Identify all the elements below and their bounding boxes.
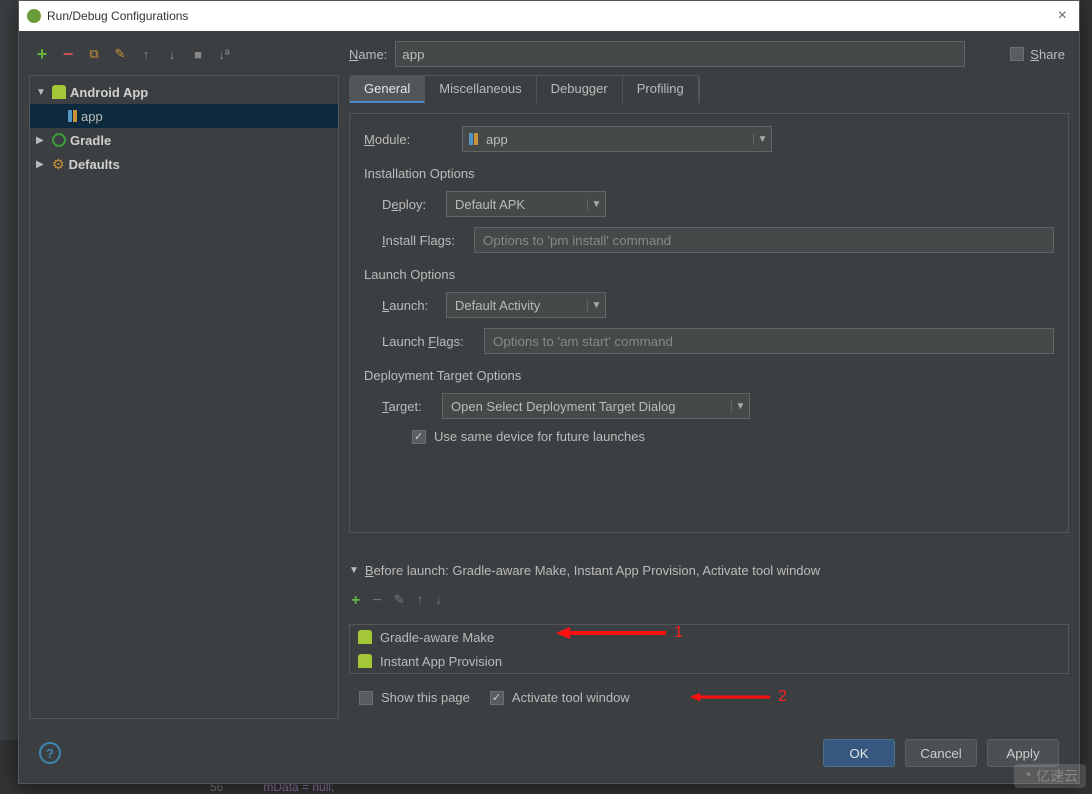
app-icon	[27, 9, 41, 23]
config-tree[interactable]: ▼ Android App app ▶ Gradle ▶ ⚙ Defaults	[29, 75, 339, 719]
name-label: Name:	[349, 47, 387, 62]
launch-label: Launch:	[382, 298, 436, 313]
watermark: ◔亿速云	[1014, 764, 1086, 788]
annotation-arrow-1: 1	[556, 624, 683, 642]
deploy-row: Deploy: Default APK ▼	[364, 191, 1054, 217]
list-item[interactable]: Instant App Provision	[350, 649, 1068, 673]
edit-task-icon[interactable]: ✎	[394, 592, 405, 610]
sort-icon[interactable]: ↓ª	[215, 45, 233, 63]
run-debug-config-dialog: Run/Debug Configurations × + − ⧉ ✎ ↑ ↓ ■…	[18, 0, 1080, 784]
share-label: Share	[1030, 47, 1065, 62]
ok-button[interactable]: OK	[823, 739, 895, 767]
tab-general[interactable]: General	[350, 76, 425, 103]
close-icon[interactable]: ×	[1054, 7, 1071, 25]
top-row: + − ⧉ ✎ ↑ ↓ ■ ↓ª Name: Share	[29, 41, 1069, 67]
chevron-down-icon: ▼	[587, 300, 605, 311]
tree-app[interactable]: app	[30, 104, 338, 128]
use-same-device-row[interactable]: Use same device for future launches	[364, 429, 1054, 444]
module-label: Module:	[364, 132, 452, 147]
use-same-device-label: Use same device for future launches	[434, 429, 645, 444]
install-options-section: Installation Options	[364, 166, 1054, 181]
install-flags-row: Install Flags:	[364, 227, 1054, 253]
mid-row: ▼ Android App app ▶ Gradle ▶ ⚙ Defaults	[29, 75, 1069, 719]
cancel-button[interactable]: Cancel	[905, 739, 977, 767]
name-input[interactable]	[395, 41, 965, 67]
deploy-select[interactable]: Default APK ▼	[446, 191, 606, 217]
install-flags-label: Install Flags:	[382, 233, 464, 248]
share-checkbox[interactable]	[1010, 47, 1024, 61]
editor-gutter	[0, 0, 18, 740]
dialog-buttons: ? OK Cancel Apply	[29, 727, 1069, 773]
list-item[interactable]: Gradle-aware Make	[350, 625, 1068, 649]
use-same-device-checkbox[interactable]	[412, 430, 426, 444]
app-module-icon	[68, 110, 77, 122]
module-select[interactable]: app ▼	[462, 126, 772, 152]
tab-miscellaneous[interactable]: Miscellaneous	[425, 76, 536, 103]
add-config-icon[interactable]: +	[33, 45, 51, 63]
move-task-down-icon[interactable]: ↓	[435, 592, 442, 610]
launch-select[interactable]: Default Activity ▼	[446, 292, 606, 318]
chevron-down-icon: ▼	[731, 401, 749, 412]
name-block: Name:	[349, 41, 1000, 67]
tree-gradle[interactable]: ▶ Gradle	[30, 128, 338, 152]
expand-icon[interactable]: ▼	[349, 565, 359, 576]
tree-android-app[interactable]: ▼ Android App	[30, 80, 338, 104]
add-task-icon[interactable]: +	[351, 592, 360, 610]
android-icon	[358, 654, 372, 668]
launch-row: Launch: Default Activity ▼	[364, 292, 1054, 318]
chevron-down-icon: ▼	[587, 199, 605, 210]
before-launch-list[interactable]: Gradle-aware Make Instant App Provision	[349, 624, 1069, 674]
target-row: Target: Open Select Deployment Target Di…	[364, 393, 1054, 419]
before-launch-header[interactable]: ▼ Before launch: Gradle-aware Make, Inst…	[349, 563, 1069, 578]
target-label: Target:	[382, 399, 432, 414]
expand-icon[interactable]: ▶	[36, 159, 48, 170]
tree-defaults[interactable]: ▶ ⚙ Defaults	[30, 152, 338, 176]
deploy-label: Deploy:	[382, 197, 436, 212]
help-icon[interactable]: ?	[39, 742, 61, 764]
launch-flags-row: Launch Flags:	[364, 328, 1054, 354]
android-icon	[52, 85, 66, 99]
config-toolbar: + − ⧉ ✎ ↑ ↓ ■ ↓ª	[29, 43, 339, 65]
launch-options-section: Launch Options	[364, 267, 1054, 282]
launch-flags-label: Launch Flags:	[382, 334, 474, 349]
move-up-icon[interactable]: ↑	[137, 45, 155, 63]
edit-config-icon[interactable]: ✎	[111, 45, 129, 63]
app-module-icon	[463, 133, 478, 145]
annotation-arrow-2: 2	[690, 688, 787, 706]
install-flags-input[interactable]	[474, 227, 1054, 253]
activate-tool-window-row[interactable]: Activate tool window	[490, 690, 630, 705]
dialog-titlebar: Run/Debug Configurations ×	[19, 1, 1079, 31]
right-pane: General Miscellaneous Debugger Profiling…	[349, 75, 1069, 719]
activate-tool-window-checkbox[interactable]	[490, 691, 504, 705]
move-task-up-icon[interactable]: ↑	[417, 592, 424, 610]
tab-debugger[interactable]: Debugger	[537, 76, 623, 103]
tab-profiling[interactable]: Profiling	[623, 76, 699, 103]
show-this-page-row[interactable]: Show this page	[359, 690, 470, 705]
share-block[interactable]: Share	[1010, 47, 1069, 62]
chevron-down-icon: ▼	[753, 134, 771, 145]
folder-icon[interactable]: ■	[189, 45, 207, 63]
show-this-page-checkbox[interactable]	[359, 691, 373, 705]
remove-task-icon[interactable]: −	[372, 592, 381, 610]
copy-config-icon[interactable]: ⧉	[85, 45, 103, 63]
before-launch-toolbar: + − ✎ ↑ ↓	[349, 588, 1069, 614]
expand-icon[interactable]: ▶	[36, 135, 48, 146]
expand-icon[interactable]: ▼	[36, 87, 48, 98]
apply-button[interactable]: Apply	[987, 739, 1059, 767]
dialog-body: + − ⧉ ✎ ↑ ↓ ■ ↓ª Name: Share ▼	[19, 31, 1079, 783]
deploy-target-section: Deployment Target Options	[364, 368, 1054, 383]
module-row: Module: app ▼	[364, 126, 1054, 152]
before-launch-label: Before launch: Gradle-aware Make, Instan…	[365, 563, 820, 578]
dialog-title: Run/Debug Configurations	[47, 9, 1054, 23]
config-tabs: General Miscellaneous Debugger Profiling	[349, 75, 700, 103]
launch-flags-input[interactable]	[484, 328, 1054, 354]
gear-icon: ⚙	[52, 156, 65, 173]
gradle-icon	[52, 133, 66, 147]
remove-config-icon[interactable]: −	[59, 45, 77, 63]
config-form: Module: app ▼ Installation Options Deplo…	[349, 113, 1069, 533]
android-icon	[358, 630, 372, 644]
target-select[interactable]: Open Select Deployment Target Dialog ▼	[442, 393, 750, 419]
move-down-icon[interactable]: ↓	[163, 45, 181, 63]
